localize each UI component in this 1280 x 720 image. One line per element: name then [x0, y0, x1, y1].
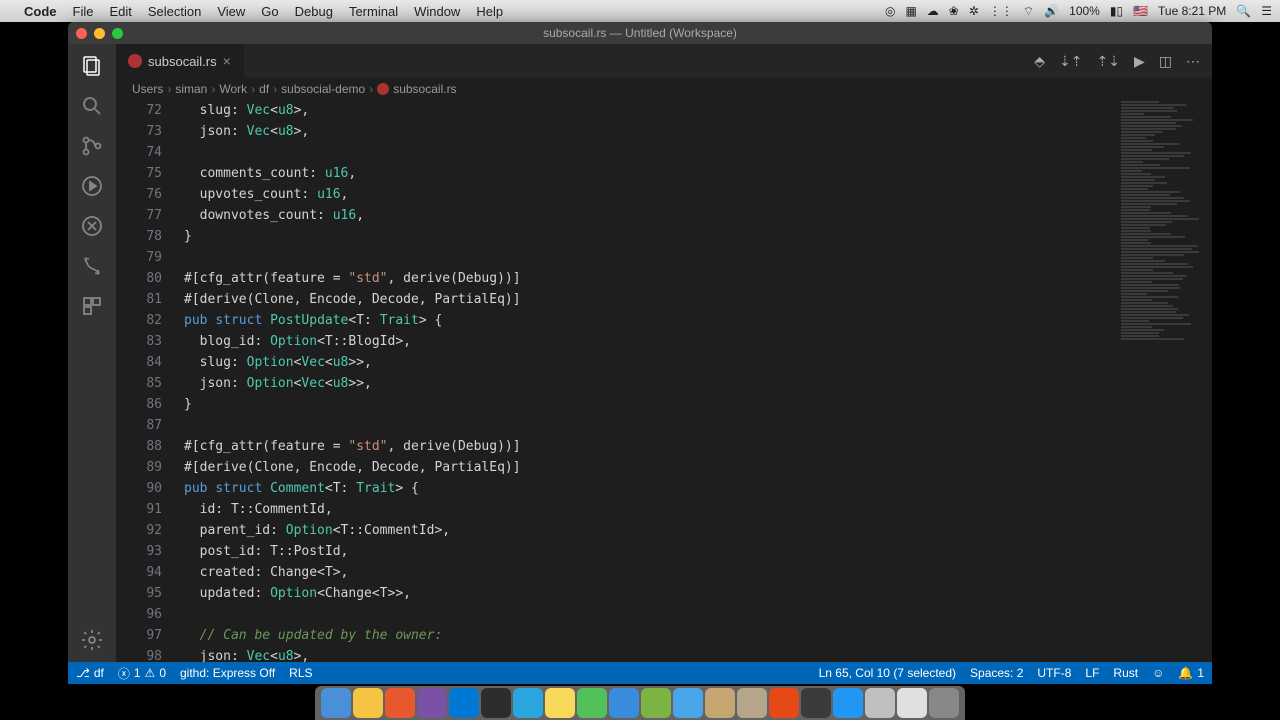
- search-icon[interactable]: [78, 92, 106, 120]
- dock-app-icon[interactable]: [417, 688, 447, 718]
- rls-status[interactable]: RLS: [289, 666, 312, 680]
- fullscreen-icon[interactable]: [112, 28, 123, 39]
- dock-app-icon[interactable]: [833, 688, 863, 718]
- menu-selection[interactable]: Selection: [148, 4, 201, 19]
- dock-app-icon[interactable]: [929, 688, 959, 718]
- dock-app-icon[interactable]: [897, 688, 927, 718]
- breadcrumb-part[interactable]: siman: [175, 82, 207, 96]
- status-icon[interactable]: ▦: [905, 4, 916, 18]
- flag-icon[interactable]: 🇺🇸: [1133, 4, 1148, 18]
- close-tab-icon[interactable]: ×: [223, 53, 231, 69]
- dock-app-icon[interactable]: [609, 688, 639, 718]
- clock[interactable]: Tue 8:21 PM: [1158, 4, 1226, 18]
- menu-debug[interactable]: Debug: [295, 4, 333, 19]
- dock-app-icon[interactable]: [737, 688, 767, 718]
- tab-bar: subsocail.rs × ⬘ ⇣⇡ ⇡⇣ ▶ ◫ ⋯: [116, 44, 1212, 78]
- spotlight-icon[interactable]: 🔍: [1236, 4, 1251, 18]
- eol[interactable]: LF: [1085, 666, 1099, 680]
- status-icon[interactable]: ✲: [969, 4, 979, 18]
- dock-app-icon[interactable]: [705, 688, 735, 718]
- code-editor[interactable]: 7273747576777879808182838485868788899091…: [116, 100, 1212, 662]
- more-icon[interactable]: ⋯: [1186, 53, 1200, 70]
- gear-icon[interactable]: [78, 626, 106, 654]
- menu-help[interactable]: Help: [476, 4, 503, 19]
- app-name[interactable]: Code: [24, 4, 57, 19]
- menu-terminal[interactable]: Terminal: [349, 4, 398, 19]
- indent[interactable]: Spaces: 2: [970, 666, 1023, 680]
- breadcrumb-file[interactable]: subsocail.rs: [393, 82, 456, 96]
- encoding[interactable]: UTF-8: [1037, 666, 1071, 680]
- dock-app-icon[interactable]: [353, 688, 383, 718]
- breadcrumb-part[interactable]: Users: [132, 82, 163, 96]
- code-content[interactable]: slug: Vec<u8>, json: Vec<u8>, comments_c…: [180, 100, 1212, 662]
- git-diff-icon[interactable]: [78, 252, 106, 280]
- dock-app-icon[interactable]: [801, 688, 831, 718]
- push-icon[interactable]: ⇡⇣: [1097, 53, 1120, 70]
- pull-icon[interactable]: ⇣⇡: [1059, 53, 1082, 70]
- minimize-icon[interactable]: [94, 28, 105, 39]
- macos-dock: [0, 684, 1280, 720]
- editor-actions: ⬘ ⇣⇡ ⇡⇣ ▶ ◫ ⋯: [1022, 44, 1212, 78]
- problems[interactable]: ⓧ 1 ⚠ 0: [118, 665, 166, 682]
- battery-icon[interactable]: ▮▯: [1110, 4, 1123, 18]
- macos-menubar: Code File Edit Selection View Go Debug T…: [0, 0, 1280, 22]
- status-icon[interactable]: ⋮⋮: [989, 4, 1013, 18]
- debug-icon[interactable]: [78, 172, 106, 200]
- menu-edit[interactable]: Edit: [109, 4, 131, 19]
- menu-go[interactable]: Go: [261, 4, 278, 19]
- dock-app-icon[interactable]: [865, 688, 895, 718]
- volume-icon[interactable]: 🔊: [1044, 4, 1059, 18]
- breadcrumb-part[interactable]: df: [259, 82, 269, 96]
- rust-file-icon: [377, 83, 389, 95]
- minimap[interactable]: [1112, 100, 1212, 662]
- split-editor-icon[interactable]: ◫: [1159, 53, 1172, 70]
- dock-app-icon[interactable]: [321, 688, 351, 718]
- status-icon[interactable]: ◎: [885, 4, 895, 18]
- rust-file-icon: [128, 54, 142, 68]
- battery-text[interactable]: 100%: [1069, 4, 1100, 18]
- cursor-position[interactable]: Ln 65, Col 10 (7 selected): [819, 666, 956, 680]
- wifi-icon[interactable]: ⌔: [1023, 4, 1034, 19]
- dock-app-icon[interactable]: [577, 688, 607, 718]
- dock-app-icon[interactable]: [769, 688, 799, 718]
- dock-app-icon[interactable]: [385, 688, 415, 718]
- feedback-icon[interactable]: ☺: [1152, 666, 1164, 680]
- dock-app-icon[interactable]: [449, 688, 479, 718]
- menu-window[interactable]: Window: [414, 4, 460, 19]
- traffic-lights: [76, 28, 123, 39]
- status-icon[interactable]: ☁: [927, 4, 939, 18]
- menu-view[interactable]: View: [217, 4, 245, 19]
- git-branch[interactable]: ⎇ df: [76, 666, 104, 680]
- editor-area: subsocail.rs × ⬘ ⇣⇡ ⇡⇣ ▶ ◫ ⋯ Users› sima…: [116, 44, 1212, 662]
- outline-icon[interactable]: [78, 292, 106, 320]
- dock-app-icon[interactable]: [481, 688, 511, 718]
- dock-app-icon[interactable]: [641, 688, 671, 718]
- source-control-icon[interactable]: [78, 132, 106, 160]
- extensions-icon[interactable]: [78, 212, 106, 240]
- status-icon[interactable]: ❀: [949, 4, 959, 18]
- menu-file[interactable]: File: [73, 4, 94, 19]
- language-mode[interactable]: Rust: [1113, 666, 1138, 680]
- editor-tab[interactable]: subsocail.rs ×: [116, 44, 244, 78]
- vscode-window: subsocail.rs — Untitled (Workspace): [68, 22, 1212, 684]
- githd-status[interactable]: githd: Express Off: [180, 666, 275, 680]
- explorer-icon[interactable]: [78, 52, 106, 80]
- run-icon[interactable]: ▶: [1134, 53, 1145, 70]
- activity-bar: [68, 44, 116, 662]
- dock-app-icon[interactable]: [513, 688, 543, 718]
- control-center-icon[interactable]: ☰: [1261, 4, 1272, 18]
- window-title: subsocail.rs — Untitled (Workspace): [68, 26, 1212, 40]
- breadcrumb-part[interactable]: Work: [219, 82, 247, 96]
- close-icon[interactable]: [76, 28, 87, 39]
- line-gutter: 7273747576777879808182838485868788899091…: [116, 100, 180, 662]
- status-bar: ⎇ df ⓧ 1 ⚠ 0 githd: Express Off RLS Ln 6…: [68, 662, 1212, 684]
- dock-app-icon[interactable]: [545, 688, 575, 718]
- window-titlebar[interactable]: subsocail.rs — Untitled (Workspace): [68, 22, 1212, 44]
- diff-icon[interactable]: ⬘: [1034, 53, 1045, 70]
- dock-app-icon[interactable]: [673, 688, 703, 718]
- breadcrumb[interactable]: Users› siman› Work› df› subsocial-demo› …: [116, 78, 1212, 100]
- tab-label: subsocail.rs: [148, 54, 217, 69]
- notifications[interactable]: 🔔 1: [1178, 666, 1204, 680]
- breadcrumb-part[interactable]: subsocial-demo: [281, 82, 365, 96]
